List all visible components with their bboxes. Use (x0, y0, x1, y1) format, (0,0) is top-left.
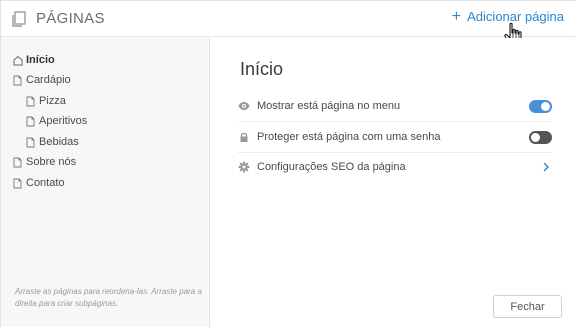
setting-seo[interactable]: Configurações SEO da página (238, 152, 552, 182)
sidebar-item-label: Aperitivos (39, 115, 88, 127)
sidebar-item-bebidas[interactable]: Bebidas (26, 136, 79, 148)
setting-label: Mostrar está página no menu (257, 100, 401, 112)
sidebar-item-label: Cardápio (26, 74, 71, 86)
pages-sidebar: Início Cardápio Pizza Aperitivos Bebidas (1, 38, 210, 327)
plus-icon: + (451, 8, 462, 25)
reorder-hint: Arraste as páginas para reordena-las. Ar… (15, 287, 202, 308)
sidebar-item-label: Sobre nós (26, 156, 77, 168)
gear-icon (238, 161, 250, 173)
sidebar-item-label: Pizza (39, 95, 66, 107)
page-icon (13, 75, 22, 86)
password-protect-toggle[interactable] (529, 131, 552, 144)
sidebar-item-pizza[interactable]: Pizza (26, 95, 66, 107)
page-icon (26, 96, 35, 107)
sidebar-item-sobre-nos[interactable]: Sobre nós (13, 156, 76, 168)
page-settings-area: Início Mostrar está página no menu Prote… (211, 38, 576, 327)
page-icon (26, 137, 35, 148)
page-icon (26, 116, 35, 127)
pages-icon (10, 10, 28, 28)
pages-panel: PÁGINAS + Adicionar página Início Cardáp… (0, 0, 576, 327)
sidebar-item-label: Início (26, 54, 55, 66)
sidebar-item-aperitivos[interactable]: Aperitivos (26, 115, 87, 127)
setting-label: Proteger está página com uma senha (257, 131, 441, 143)
toggle-knob (541, 102, 550, 111)
panel-title-group: PÁGINAS (10, 10, 105, 28)
page-icon (13, 178, 22, 189)
home-icon (13, 55, 23, 66)
show-in-menu-toggle[interactable] (529, 100, 552, 113)
page-title: Início (240, 59, 284, 79)
close-button[interactable]: Fechar (493, 295, 562, 318)
chevron-right-icon (542, 161, 550, 173)
sidebar-item-label: Bebidas (39, 136, 79, 148)
setting-label: Configurações SEO da página (257, 161, 406, 173)
setting-show-in-menu: Mostrar está página no menu (238, 91, 552, 121)
panel-header: PÁGINAS + Adicionar página (1, 1, 576, 37)
panel-title: PÁGINAS (36, 10, 105, 27)
sidebar-item-inicio[interactable]: Início (13, 54, 55, 66)
eye-icon (238, 100, 250, 112)
page-icon (13, 157, 22, 168)
setting-password-protect: Proteger está página com uma senha (238, 122, 552, 152)
lock-icon (238, 131, 250, 143)
sidebar-item-contato[interactable]: Contato (13, 177, 65, 189)
sidebar-item-label: Contato (26, 177, 65, 189)
sidebar-item-cardapio[interactable]: Cardápio (13, 74, 71, 86)
toggle-knob (531, 133, 540, 142)
